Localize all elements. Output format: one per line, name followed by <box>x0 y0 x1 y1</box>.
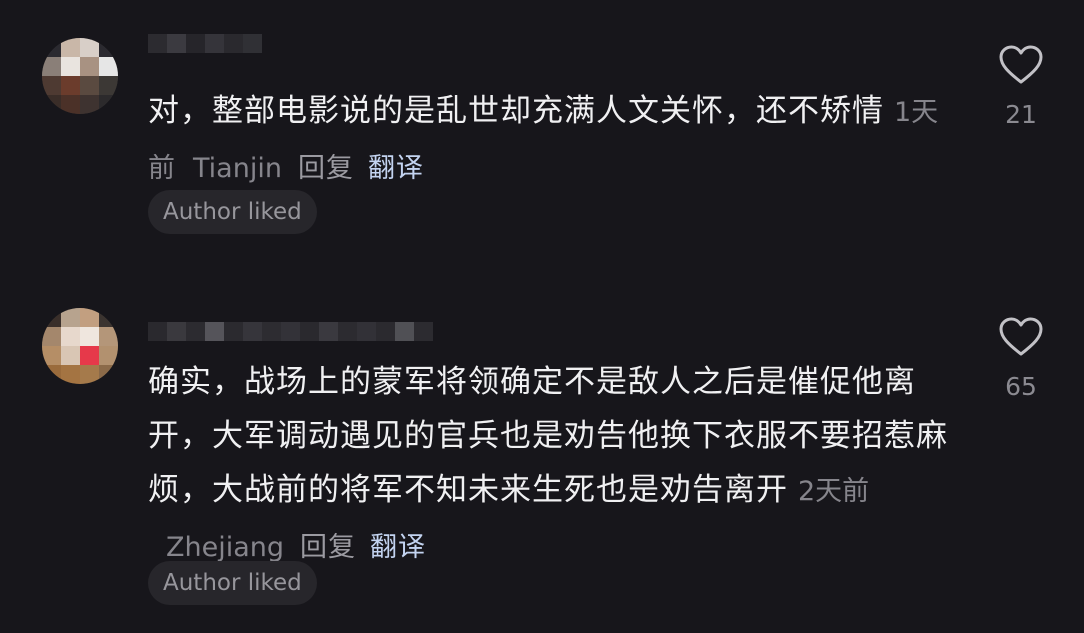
like-button[interactable]: 21 <box>990 44 1052 129</box>
username-blurred[interactable] <box>148 34 278 54</box>
comment-body: 对，整部电影说的是乱世却充满人文关怀，还不矫情 <box>148 93 884 129</box>
author-liked-badge: Author liked <box>148 561 317 605</box>
avatar[interactable] <box>42 38 118 114</box>
avatar[interactable] <box>42 308 118 384</box>
comment-text: 对，整部电影说的是乱世却充满人文关怀，还不矫情 1天前 Tianjin 回复 翻译 <box>148 84 948 196</box>
comment-location: Zhejiang <box>166 532 285 563</box>
comment-location: Tianjin <box>193 153 282 184</box>
heart-outline-icon[interactable] <box>998 44 1044 86</box>
reply-button[interactable]: 回复 <box>298 153 354 184</box>
translate-button[interactable]: 翻译 <box>368 153 424 184</box>
like-count: 65 <box>1005 372 1037 401</box>
reply-button[interactable]: 回复 <box>300 532 356 563</box>
like-count: 21 <box>1005 100 1037 129</box>
author-liked-badge: Author liked <box>148 190 317 234</box>
comment-text: 确实，战场上的蒙军将领确定不是敌人之后是催促他离开，大军调动遇见的官兵也是劝告他… <box>148 355 948 575</box>
translate-button[interactable]: 翻译 <box>370 532 426 563</box>
username-blurred[interactable] <box>148 322 448 342</box>
like-button[interactable]: 65 <box>990 316 1052 401</box>
comment-time: 2天前 <box>798 476 870 507</box>
heart-outline-icon[interactable] <box>998 316 1044 358</box>
